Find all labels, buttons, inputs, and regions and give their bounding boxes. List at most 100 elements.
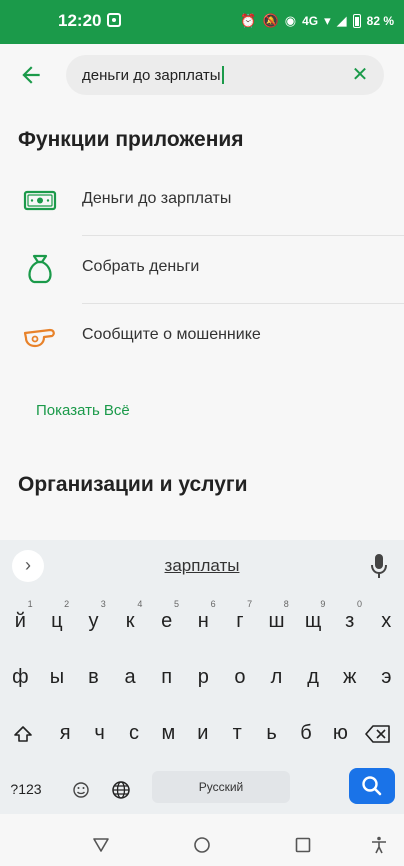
key-label: ь <box>266 722 277 744</box>
key-э[interactable]: э <box>368 656 404 698</box>
feature-item-salary-advance[interactable]: Деньги до зарплаты <box>0 168 404 236</box>
feature-item-report-fraud[interactable]: Сообщите о мошеннике <box>0 304 404 372</box>
key-ш[interactable]: ш8 <box>258 599 295 642</box>
key-label: н <box>197 610 209 632</box>
feature-label: Собрать деньги <box>82 258 200 275</box>
search-query: деньги до зарплаты <box>82 67 221 84</box>
key-ж[interactable]: ж <box>331 656 368 698</box>
key-label: т <box>232 722 242 744</box>
back-nav-icon[interactable] <box>92 836 110 854</box>
key-label: ю <box>332 722 348 744</box>
backspace-key[interactable] <box>360 712 396 754</box>
key-д[interactable]: д <box>295 656 332 698</box>
key-л[interactable]: л <box>258 656 295 698</box>
key-hint: 0 <box>356 599 362 609</box>
status-time: 12:20 <box>58 11 102 30</box>
arrow-back-icon[interactable] <box>18 62 44 88</box>
accessibility-icon[interactable] <box>370 836 388 854</box>
key-а[interactable]: а <box>112 656 149 698</box>
key-ц[interactable]: ц2 <box>39 599 76 642</box>
key-label: щ <box>304 610 322 632</box>
key-label: ц <box>51 610 63 632</box>
key-label: о <box>234 666 246 688</box>
symbols-key[interactable]: ?123 <box>6 768 46 810</box>
language-key[interactable] <box>106 768 136 810</box>
key-х[interactable]: х <box>368 600 404 642</box>
mute-icon: 🔕 <box>262 13 279 28</box>
key-ь[interactable]: ь <box>254 712 288 754</box>
keyboard-row-4: ?123 Русский <box>0 764 404 812</box>
key-hint: 2 <box>64 599 70 609</box>
emoji-icon <box>73 782 89 798</box>
keyboard-row-3: я ч сми т ь бю <box>0 708 404 756</box>
key-б[interactable]: б <box>289 712 323 754</box>
key-hint: 8 <box>283 599 289 609</box>
shift-key[interactable] <box>5 712 41 754</box>
key-ч[interactable]: ч <box>82 712 116 754</box>
key-label: м <box>161 722 176 744</box>
key-hint: 9 <box>320 599 326 609</box>
key-label: п <box>161 666 173 688</box>
suggestion-word[interactable]: зарплаты <box>0 556 404 576</box>
key-label: в <box>88 666 99 688</box>
key-з[interactable]: з0 <box>331 599 368 642</box>
key-г[interactable]: г7 <box>222 599 259 642</box>
keyboard-row-2: фы в а п р о л д ж э <box>0 652 404 700</box>
microphone-icon[interactable] <box>370 553 388 579</box>
keyboard-row-1: й1ц2у3к4е5н6г7ш8щ9з0х <box>0 596 404 644</box>
key-label: с <box>128 722 139 744</box>
navigation-bar <box>0 814 404 866</box>
key-к[interactable]: к4 <box>112 599 149 642</box>
close-icon[interactable]: ✕ <box>350 65 370 85</box>
key-label: ы <box>49 666 65 688</box>
key-й[interactable]: й1 <box>2 599 39 642</box>
key-у[interactable]: у3 <box>75 599 112 642</box>
key-hint: 7 <box>247 599 253 609</box>
organizations-section-title: Организации и услуги <box>18 473 248 496</box>
key-н[interactable]: н6 <box>185 599 222 642</box>
key-ы[interactable]: ы <box>39 656 76 698</box>
feature-label: Деньги до зарплаты <box>82 190 232 207</box>
search-header: деньги до зарплаты ✕ <box>0 44 404 106</box>
status-icons: ⏰ 🔕 ◉ 4G ▾ ◢ 82 % <box>240 12 394 30</box>
key-щ[interactable]: щ9 <box>295 599 332 642</box>
key-и[interactable]: и <box>186 712 220 754</box>
key-label: и <box>197 722 209 744</box>
backspace-icon <box>365 724 390 743</box>
key-м[interactable]: м <box>151 712 185 754</box>
key-о[interactable]: о <box>222 656 259 698</box>
wifi-icon: ▾ <box>324 13 331 28</box>
space-key[interactable]: Русский <box>152 771 290 803</box>
key-п[interactable]: п <box>148 656 185 698</box>
feature-item-collect-money[interactable]: Собрать деньги <box>0 236 404 304</box>
network-label: 4G <box>302 14 319 28</box>
key-label: э <box>381 666 392 688</box>
search-key[interactable] <box>349 768 395 804</box>
key-hint: 3 <box>100 599 106 609</box>
key-е[interactable]: е5 <box>148 599 185 642</box>
key-label: г <box>236 610 244 632</box>
key-ю[interactable]: ю <box>323 712 357 754</box>
key-label: а <box>124 666 136 688</box>
money-bag-icon <box>28 254 52 284</box>
key-в[interactable]: в <box>75 656 112 698</box>
key-с[interactable]: с <box>117 712 151 754</box>
key-label: д <box>307 666 319 688</box>
key-hint: 4 <box>137 599 143 609</box>
status-bar: 12:20 ⏰ 🔕 ◉ 4G ▾ ◢ 82 % <box>0 0 404 44</box>
signal-icon: ◢ <box>336 13 347 28</box>
suggestion-bar: › зарплаты <box>0 540 404 592</box>
hotspot-icon: ◉ <box>284 13 297 28</box>
key-label: е <box>161 610 173 632</box>
emoji-key[interactable] <box>66 768 96 810</box>
show-all-link[interactable]: Показать Всё <box>36 402 130 419</box>
banknote-icon <box>23 190 57 211</box>
search-input[interactable]: деньги до зарплаты ✕ <box>66 55 384 95</box>
key-р[interactable]: р <box>185 656 222 698</box>
key-я[interactable]: я <box>48 712 82 754</box>
key-т[interactable]: т <box>220 712 254 754</box>
home-nav-icon[interactable] <box>193 836 211 854</box>
key-label: л <box>270 666 283 688</box>
recents-nav-icon[interactable] <box>294 836 312 854</box>
key-ф[interactable]: ф <box>2 656 39 698</box>
